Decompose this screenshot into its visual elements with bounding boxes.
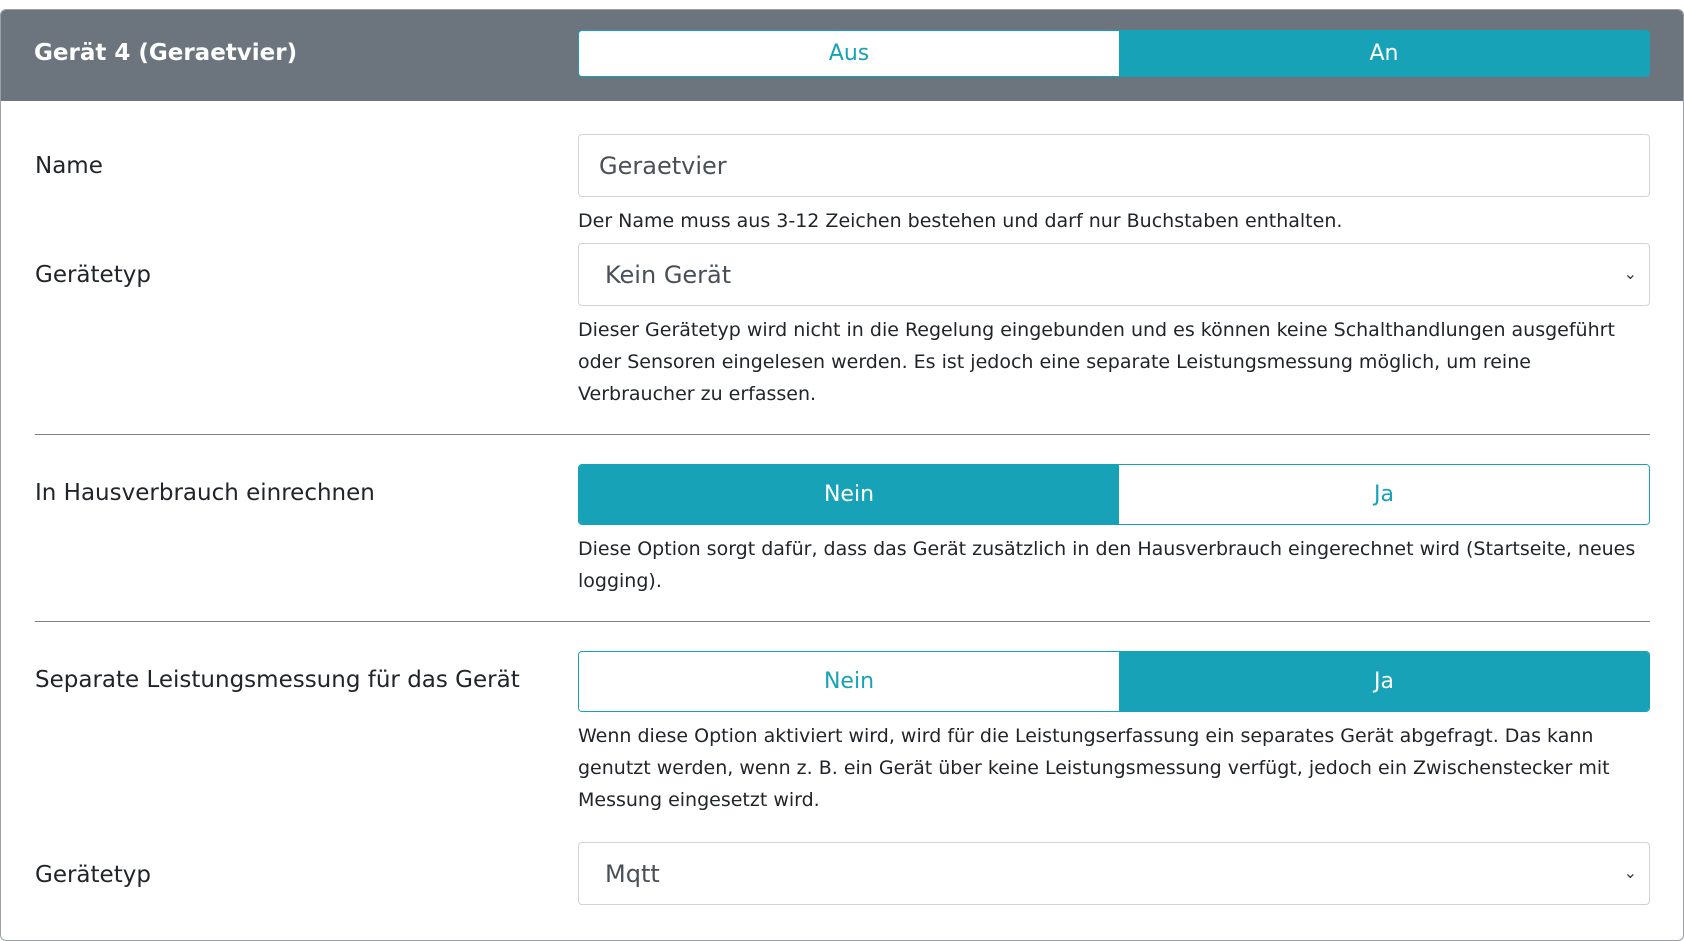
separate-no-button[interactable]: Nein xyxy=(579,652,1119,711)
divider xyxy=(35,621,1650,622)
device-type-help: Dieser Gerätetyp wird nicht in die Regel… xyxy=(578,319,1615,405)
name-label: Name xyxy=(35,153,103,179)
toggle-off-button[interactable]: Aus xyxy=(579,31,1119,76)
house-help: Diese Option sorgt dafür, dass das Gerät… xyxy=(578,538,1636,592)
chevron-down-icon: ⌄ xyxy=(1623,863,1637,882)
house-toggle: Nein Ja xyxy=(578,464,1650,525)
meter-type-label: Gerätetyp xyxy=(35,862,151,888)
device-card: Gerät 4 (Geraetvier) Aus An Name Geraetv… xyxy=(0,9,1684,941)
separate-help: Wenn diese Option aktiviert wird, wird f… xyxy=(578,725,1610,811)
device-type-value: Kein Gerät xyxy=(605,260,732,289)
separate-label: Separate Leistungsmessung für das Gerät xyxy=(35,667,520,693)
chevron-down-icon: ⌄ xyxy=(1623,264,1637,283)
name-help: Der Name muss aus 3-12 Zeichen bestehen … xyxy=(578,210,1343,232)
device-active-toggle: Aus An xyxy=(578,30,1650,77)
card-title: Gerät 4 (Geraetvier) xyxy=(34,40,298,66)
divider xyxy=(35,434,1650,435)
house-no-button[interactable]: Nein xyxy=(579,465,1119,524)
meter-type-select[interactable]: Mqtt ⌄ xyxy=(578,842,1650,905)
card-header: Gerät 4 (Geraetvier) Aus An xyxy=(1,10,1683,101)
name-input[interactable]: Geraetvier xyxy=(578,134,1650,197)
separate-yes-button[interactable]: Ja xyxy=(1119,652,1649,711)
device-type-select[interactable]: Kein Gerät ⌄ xyxy=(578,243,1650,306)
house-label: In Hausverbrauch einrechnen xyxy=(35,480,375,506)
house-yes-button[interactable]: Ja xyxy=(1119,465,1649,524)
separate-toggle: Nein Ja xyxy=(578,651,1650,712)
meter-type-value: Mqtt xyxy=(605,859,660,888)
device-type-label: Gerätetyp xyxy=(35,262,151,288)
toggle-on-button[interactable]: An xyxy=(1119,31,1649,76)
